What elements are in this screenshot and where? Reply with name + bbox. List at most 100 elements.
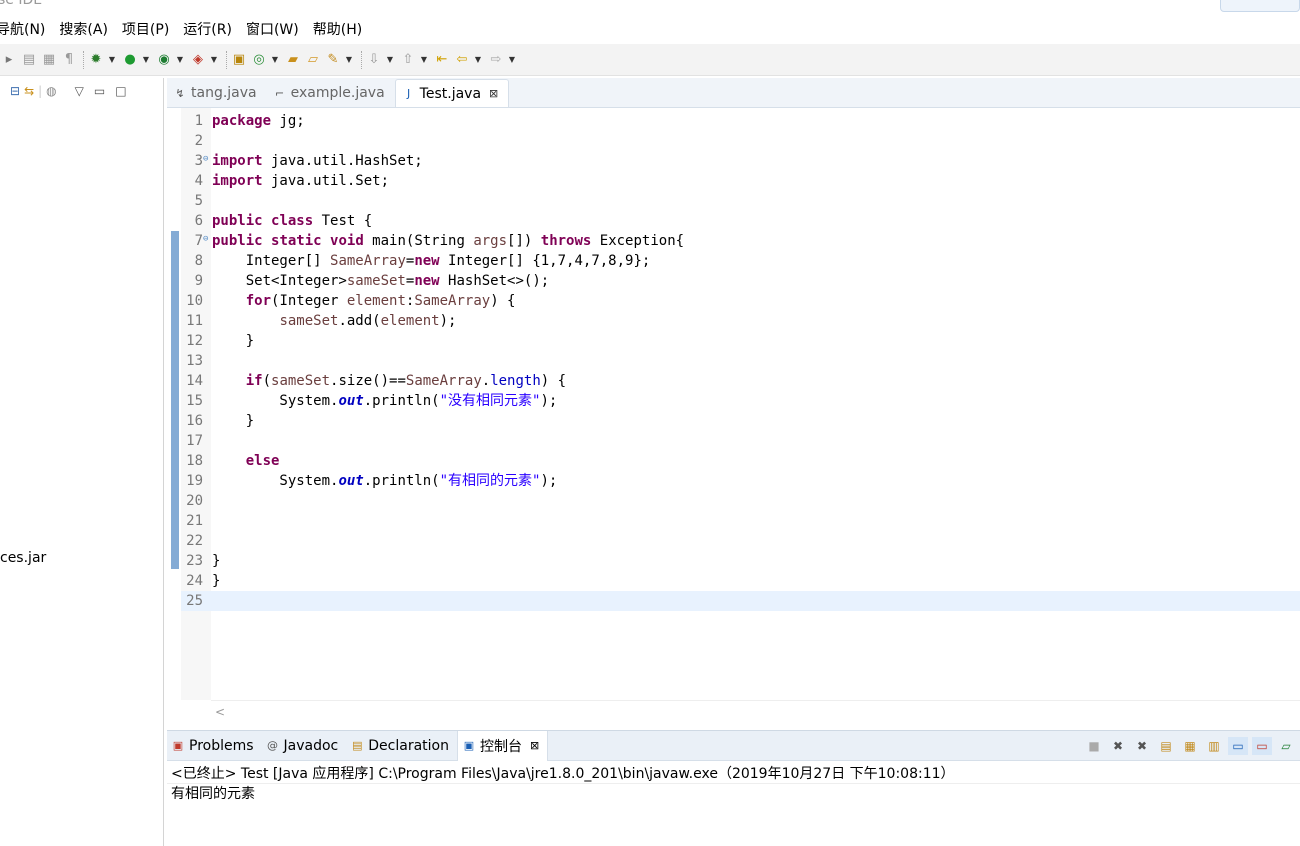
menu-help[interactable]: 帮助(H) bbox=[313, 19, 362, 39]
code-line[interactable]: 20 bbox=[181, 491, 1300, 511]
code-line[interactable]: 7 ⊖ public static void main(String args[])… bbox=[181, 231, 1300, 251]
terminate-icon[interactable]: ■ bbox=[1084, 737, 1104, 755]
code-token: public bbox=[212, 233, 263, 249]
prev-annotation-icon[interactable]: ⇧ bbox=[399, 51, 417, 69]
tab-tang-java[interactable]: ↯ tang.java bbox=[167, 79, 267, 107]
code-line[interactable]: 5 bbox=[181, 191, 1300, 211]
code-line[interactable]: 3 ⊖ import java.util.HashSet; bbox=[181, 151, 1300, 171]
next-annotation-icon[interactable]: ⇩ bbox=[365, 51, 383, 69]
maximize-icon[interactable]: □ bbox=[115, 84, 126, 98]
tab-example-java[interactable]: ⌐ example.java bbox=[267, 79, 395, 107]
tab-javadoc[interactable]: @ Javadoc bbox=[262, 731, 347, 761]
chevron-down-icon[interactable]: ▼ bbox=[344, 51, 354, 69]
chevron-down-icon[interactable]: ▼ bbox=[209, 51, 219, 69]
clear-console-icon[interactable]: ▤ bbox=[1156, 737, 1176, 755]
code-line[interactable]: 1 package jg; bbox=[181, 111, 1300, 131]
code-lines[interactable]: 1 package jg; 2 3 ⊖ import java.util.HashSet;… bbox=[181, 111, 1300, 611]
open-type-icon[interactable]: ▰ bbox=[284, 51, 302, 69]
code-line[interactable]: 15 System.out.println("没有相同元素"); bbox=[181, 391, 1300, 411]
code-line[interactable]: 19 System.out.println("有相同的元素"); bbox=[181, 471, 1300, 491]
tab-console[interactable]: ▣ 控制台 ⊠ bbox=[456, 730, 549, 761]
menu-project[interactable]: 项目(P) bbox=[122, 19, 169, 39]
debug-icon[interactable]: ✹ bbox=[87, 51, 105, 69]
arrow-icon[interactable]: ▸ bbox=[0, 51, 18, 69]
word-wrap-icon[interactable]: ▥ bbox=[1204, 737, 1224, 755]
forward-icon[interactable]: ⇨ bbox=[487, 51, 505, 69]
minimize-icon[interactable]: ▭ bbox=[94, 84, 105, 98]
code-line[interactable]: 8 Integer[] SameArray=new Integer[] {1,7… bbox=[181, 251, 1300, 271]
line-number: 2 bbox=[194, 133, 203, 149]
horizontal-scrollbar[interactable]: < bbox=[211, 700, 1300, 724]
chevron-down-icon[interactable]: ▼ bbox=[175, 51, 185, 69]
open-folder-icon[interactable]: ▱ bbox=[304, 51, 322, 69]
code-line[interactable]: 13 bbox=[181, 351, 1300, 371]
code-token: Exception{ bbox=[591, 233, 685, 249]
menu-search[interactable]: 搜索(A) bbox=[59, 19, 108, 39]
focus-icon[interactable]: ◍ bbox=[46, 84, 56, 98]
new-package-icon[interactable]: ▣ bbox=[230, 51, 248, 69]
code-line[interactable]: 22 bbox=[181, 531, 1300, 551]
close-icon[interactable]: ⊠ bbox=[530, 739, 539, 752]
console-output[interactable]: 有相同的元素 bbox=[167, 784, 1300, 804]
new-class-icon[interactable]: ◎ bbox=[250, 51, 268, 69]
chevron-down-icon[interactable]: ▼ bbox=[141, 51, 151, 69]
search-icon[interactable]: ✎ bbox=[324, 51, 342, 69]
view-menu-icon[interactable]: ▽ bbox=[75, 84, 84, 98]
link-editor-icon[interactable]: ⇆ bbox=[24, 84, 34, 98]
line-number: 13 bbox=[186, 353, 203, 369]
code-line[interactable]: 4 import java.util.Set; bbox=[181, 171, 1300, 191]
last-edit-icon[interactable]: ⇤ bbox=[433, 51, 451, 69]
run-icon[interactable]: ● bbox=[121, 51, 139, 69]
coverage-icon[interactable]: ◉ bbox=[155, 51, 173, 69]
close-icon[interactable]: ⊠ bbox=[489, 87, 498, 100]
chevron-down-icon[interactable]: ▼ bbox=[270, 51, 280, 69]
back-icon[interactable]: ⇦ bbox=[453, 51, 471, 69]
code-line[interactable]: 24} bbox=[181, 571, 1300, 591]
fold-collapse-icon[interactable]: ⊖ bbox=[203, 151, 212, 171]
code-line[interactable]: 11 sameSet.add(element); bbox=[181, 311, 1300, 331]
code-line[interactable]: 23} bbox=[181, 551, 1300, 571]
code-line[interactable]: 21 bbox=[181, 511, 1300, 531]
menu-run[interactable]: 运行(R) bbox=[183, 19, 232, 39]
chevron-down-icon[interactable]: ▼ bbox=[107, 51, 117, 69]
code-editor[interactable]: 1 package jg; 2 3 ⊖ import java.util.HashSet;… bbox=[167, 108, 1300, 700]
block-selection-icon[interactable]: ▦ bbox=[40, 51, 58, 69]
window-controls[interactable] bbox=[1220, 0, 1300, 12]
tree-item-jar[interactable]: ces.jar bbox=[0, 550, 46, 566]
remove-launch-icon[interactable]: ✖ bbox=[1108, 737, 1128, 755]
code-token: java.util.HashSet; bbox=[262, 153, 423, 169]
code-token: } bbox=[212, 573, 221, 589]
toggle-breadcrumb-icon[interactable]: ▤ bbox=[20, 51, 38, 69]
tab-problems[interactable]: ▣ Problems bbox=[167, 731, 262, 761]
code-line[interactable]: 16 } bbox=[181, 411, 1300, 431]
code-line[interactable]: 6 public class Test { bbox=[181, 211, 1300, 231]
chevron-down-icon[interactable]: ▼ bbox=[507, 51, 517, 69]
fold-collapse-icon[interactable]: ⊖ bbox=[203, 231, 212, 251]
chevron-down-icon[interactable]: ▼ bbox=[419, 51, 429, 69]
tab-declaration[interactable]: ▤ Declaration bbox=[346, 731, 457, 761]
code-line[interactable]: 2 bbox=[181, 131, 1300, 151]
show-on-output-icon[interactable]: ▭ bbox=[1228, 737, 1248, 755]
tab-test-java[interactable]: J Test.java ⊠ bbox=[394, 79, 510, 107]
code-line[interactable]: 18 else bbox=[181, 451, 1300, 471]
code-line[interactable]: 14 if(sameSet.size()==SameArray.length) … bbox=[181, 371, 1300, 391]
show-whitespace-icon[interactable]: ¶ bbox=[60, 51, 78, 69]
external-tools-icon[interactable]: ◈ bbox=[189, 51, 207, 69]
menu-navigate[interactable]: 导航(N) bbox=[0, 19, 45, 39]
scroll-lock-icon[interactable]: ▦ bbox=[1180, 737, 1200, 755]
show-on-error-icon[interactable]: ▭ bbox=[1252, 737, 1272, 755]
chevron-down-icon[interactable]: ▼ bbox=[473, 51, 483, 69]
code-line[interactable]: 9 Set<Integer>sameSet=new HashSet<>(); bbox=[181, 271, 1300, 291]
collapse-all-icon[interactable]: ⊟ bbox=[10, 84, 20, 98]
remove-all-icon[interactable]: ✖ bbox=[1132, 737, 1152, 755]
code-line[interactable]: 12 } bbox=[181, 331, 1300, 351]
menu-window[interactable]: 窗口(W) bbox=[246, 19, 299, 39]
code-line[interactable]: 17 bbox=[181, 431, 1300, 451]
code-line[interactable]: 25 bbox=[181, 591, 1300, 611]
code-line[interactable]: 10 for(Integer element:SameArray) { bbox=[181, 291, 1300, 311]
chevron-down-icon[interactable]: ▼ bbox=[385, 51, 395, 69]
pin-console-icon[interactable]: ▱ bbox=[1276, 737, 1296, 755]
